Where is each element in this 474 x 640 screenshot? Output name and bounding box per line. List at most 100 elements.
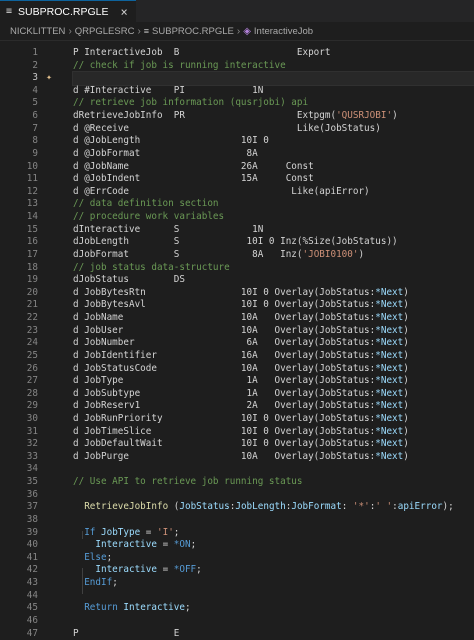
code-token: *Next [375, 324, 404, 336]
code-token: d @JobName 26A Const [73, 160, 314, 172]
code-line[interactable]: 32 d JobDefaultWait 10I 0 Overlay(JobStat… [0, 438, 474, 451]
code-line[interactable]: 46 [0, 615, 474, 628]
code-token: 'I' [157, 526, 174, 538]
code-text: d JobTimeSlice 10I 0 Overlay(JobStatus:*… [73, 426, 474, 439]
code-line[interactable]: 8 d @JobLength 10I 0 [0, 135, 474, 148]
code-line[interactable]: 34 [0, 463, 474, 476]
code-token: d @JobIndent 15A Const [73, 173, 314, 185]
line-number: 28 [26, 387, 38, 399]
code-line[interactable]: 1 P InteractiveJob B Export [0, 47, 474, 60]
code-line[interactable]: 2 // check if job is running interactive [0, 60, 474, 73]
code-editor[interactable]: 1 P InteractiveJob B Export 2 // check if j… [0, 41, 474, 639]
code-token: ) [403, 438, 409, 450]
code-line[interactable]: 29 d JobReserv1 2A Overlay(JobStatus:*Nex… [0, 400, 474, 413]
code-token: d JobDefaultWait 10I 0 Overlay(JobStatus… [73, 438, 376, 450]
code-line[interactable]: 21 d JobBytesAvl 10I 0 Overlay(JobStatus:… [0, 299, 474, 312]
code-line[interactable]: 5 // retrieve job information (qusrjobi) … [0, 97, 474, 110]
code-token: EndIf [84, 577, 113, 589]
line-number: 17 [26, 248, 38, 260]
code-line[interactable]: 26 d JobStatusCode 10A Overlay(JobStatus:… [0, 363, 474, 376]
breadcrumb-item-folder-qrpglesrc[interactable]: QRPGLESRC [75, 26, 135, 37]
code-line[interactable]: 45 Return Interactive; [0, 602, 474, 615]
code-line[interactable]: 30 d JobRunPriority 10I 0 Overlay(JobStat… [0, 413, 474, 426]
code-text: // data definition section [73, 198, 474, 211]
code-line[interactable]: 43 EndIf; [0, 577, 474, 590]
line-number: 39 [26, 526, 38, 538]
code-line[interactable]: 18 // job status data-structure [0, 262, 474, 275]
code-line[interactable]: 16 dJobLength S 10I 0 Inz(%Size(JobStatus… [0, 236, 474, 249]
code-line[interactable]: 41 Else; [0, 552, 474, 565]
chevron-right-icon: › [236, 25, 241, 37]
breadcrumb-item-folder-nicklitten[interactable]: NICKLITTEN [10, 26, 65, 37]
code-line[interactable]: 47 P E [0, 628, 474, 640]
line-number: 21 [26, 299, 38, 311]
line-number: 27 [26, 375, 38, 387]
line-number: 47 [26, 627, 38, 639]
code-line[interactable]: 28 d JobSubtype 1A Overlay(JobStatus:*Nex… [0, 388, 474, 401]
code-line[interactable]: 33 d JobPurge 10A Overlay(JobStatus:*Next… [0, 451, 474, 464]
code-text: d @JobFormat 8A [73, 148, 474, 161]
code-text: d JobNumber 6A Overlay(JobStatus:*Next) [73, 337, 474, 350]
code-line[interactable]: 44 [0, 590, 474, 603]
code-token: *Next [375, 312, 404, 324]
code-line[interactable]: 31 d JobTimeSlice 10I 0 Overlay(JobStatus… [0, 426, 474, 439]
code-line[interactable]: 15 dInteractive S 1N [0, 224, 474, 237]
code-text: If JobType = 'I'; [73, 527, 474, 540]
code-token: Interactive [123, 602, 185, 614]
code-text: d JobRunPriority 10I 0 Overlay(JobStatus… [73, 413, 474, 426]
close-icon[interactable]: × [120, 5, 127, 19]
code-text: Interactive = *OFF; [73, 564, 474, 577]
file-lines-icon: ≡ [143, 26, 150, 36]
breadcrumb-item-symbol[interactable]: InteractiveJob [254, 26, 313, 37]
code-line[interactable]: 13 // data definition section [0, 198, 474, 211]
code-text: d JobDefaultWait 10I 0 Overlay(JobStatus… [73, 438, 474, 451]
code-token: *Next [375, 375, 404, 387]
code-token: '*' [352, 501, 370, 513]
code-line[interactable]: 4 d #Interactive PI 1N [0, 85, 474, 98]
code-line[interactable]: 35 // Use API to retrieve job running sta… [0, 476, 474, 489]
line-number: 34 [26, 463, 38, 475]
code-token: *Next [375, 362, 404, 374]
line-number: 37 [26, 501, 38, 513]
code-line[interactable]: 14 // procedure work variables [0, 211, 474, 224]
code-text: dRetrieveJobInfo PR Extpgm('QUSRJOBI') [73, 110, 474, 123]
code-line[interactable]: 37 RetrieveJobInfo (JobStatus:JobLength:… [0, 501, 474, 514]
code-line[interactable]: 22 d JobName 10A Overlay(JobStatus:*Next) [0, 312, 474, 325]
code-line[interactable]: 7 d @Receive Like(JobStatus) [0, 123, 474, 136]
symbol-method-icon: ◈ [243, 25, 251, 37]
code-line[interactable]: 17 dJobFormat S 8A Inz('JOBI0100') [0, 249, 474, 262]
code-line[interactable]: 36 [0, 489, 474, 502]
code-token: P InteractiveJob B Export [73, 47, 331, 58]
code-line[interactable]: 11 d @JobIndent 15A Const [0, 173, 474, 186]
code-line[interactable]: 12 d @ErrCode Like(apiError) [0, 186, 474, 199]
line-number: 10 [26, 160, 38, 172]
code-line[interactable]: 39 If JobType = 'I'; [0, 527, 474, 540]
code-line[interactable]: 9 d @JobFormat 8A [0, 148, 474, 161]
code-token: *Next [375, 337, 404, 349]
code-line[interactable]: 38 [0, 514, 474, 527]
code-text: d JobUser 10A Overlay(JobStatus:*Next) [73, 325, 474, 338]
code-token: Else [84, 551, 107, 563]
code-line[interactable]: 23 d JobUser 10A Overlay(JobStatus:*Next) [0, 325, 474, 338]
code-line[interactable]: 24 d JobNumber 6A Overlay(JobStatus:*Next… [0, 337, 474, 350]
code-token: ) [403, 299, 409, 311]
code-line[interactable]: 3 ✦ [0, 71, 474, 86]
code-line[interactable]: 42 Interactive = *OFF; [0, 564, 474, 577]
breadcrumb-item-file[interactable]: SUBPROC.RPGLE [152, 26, 234, 37]
code-token: d @ErrCode Like(apiError) [73, 185, 370, 197]
line-number: 19 [26, 274, 38, 286]
code-line[interactable]: 25 d JobIdentifier 16A Overlay(JobStatus:… [0, 350, 474, 363]
code-text: d JobReserv1 2A Overlay(JobStatus:*Next) [73, 400, 474, 413]
sparkle-icon[interactable]: ✦ [46, 72, 52, 85]
line-number: 18 [26, 261, 38, 273]
code-token: = [140, 526, 157, 538]
code-line[interactable]: 27 d JobType 1A Overlay(JobStatus:*Next) [0, 375, 474, 388]
code-line[interactable]: 19 dJobStatus DS [0, 274, 474, 287]
code-line[interactable]: 10 d @JobName 26A Const [0, 161, 474, 174]
breadcrumb: NICKLITTEN › QRPGLESRC › ≡ SUBPROC.RPGLE… [0, 22, 474, 41]
code-text: d JobPurge 10A Overlay(JobStatus:*Next) [73, 451, 474, 464]
editor-tab[interactable]: ≡ SUBPROC.RPGLE × [0, 0, 136, 22]
code-line[interactable]: 40 Interactive = *ON; [0, 539, 474, 552]
code-line[interactable]: 6 dRetrieveJobInfo PR Extpgm('QUSRJOBI') [0, 110, 474, 123]
code-line[interactable]: 20 d JobBytesRtn 10I 0 Overlay(JobStatus:… [0, 287, 474, 300]
